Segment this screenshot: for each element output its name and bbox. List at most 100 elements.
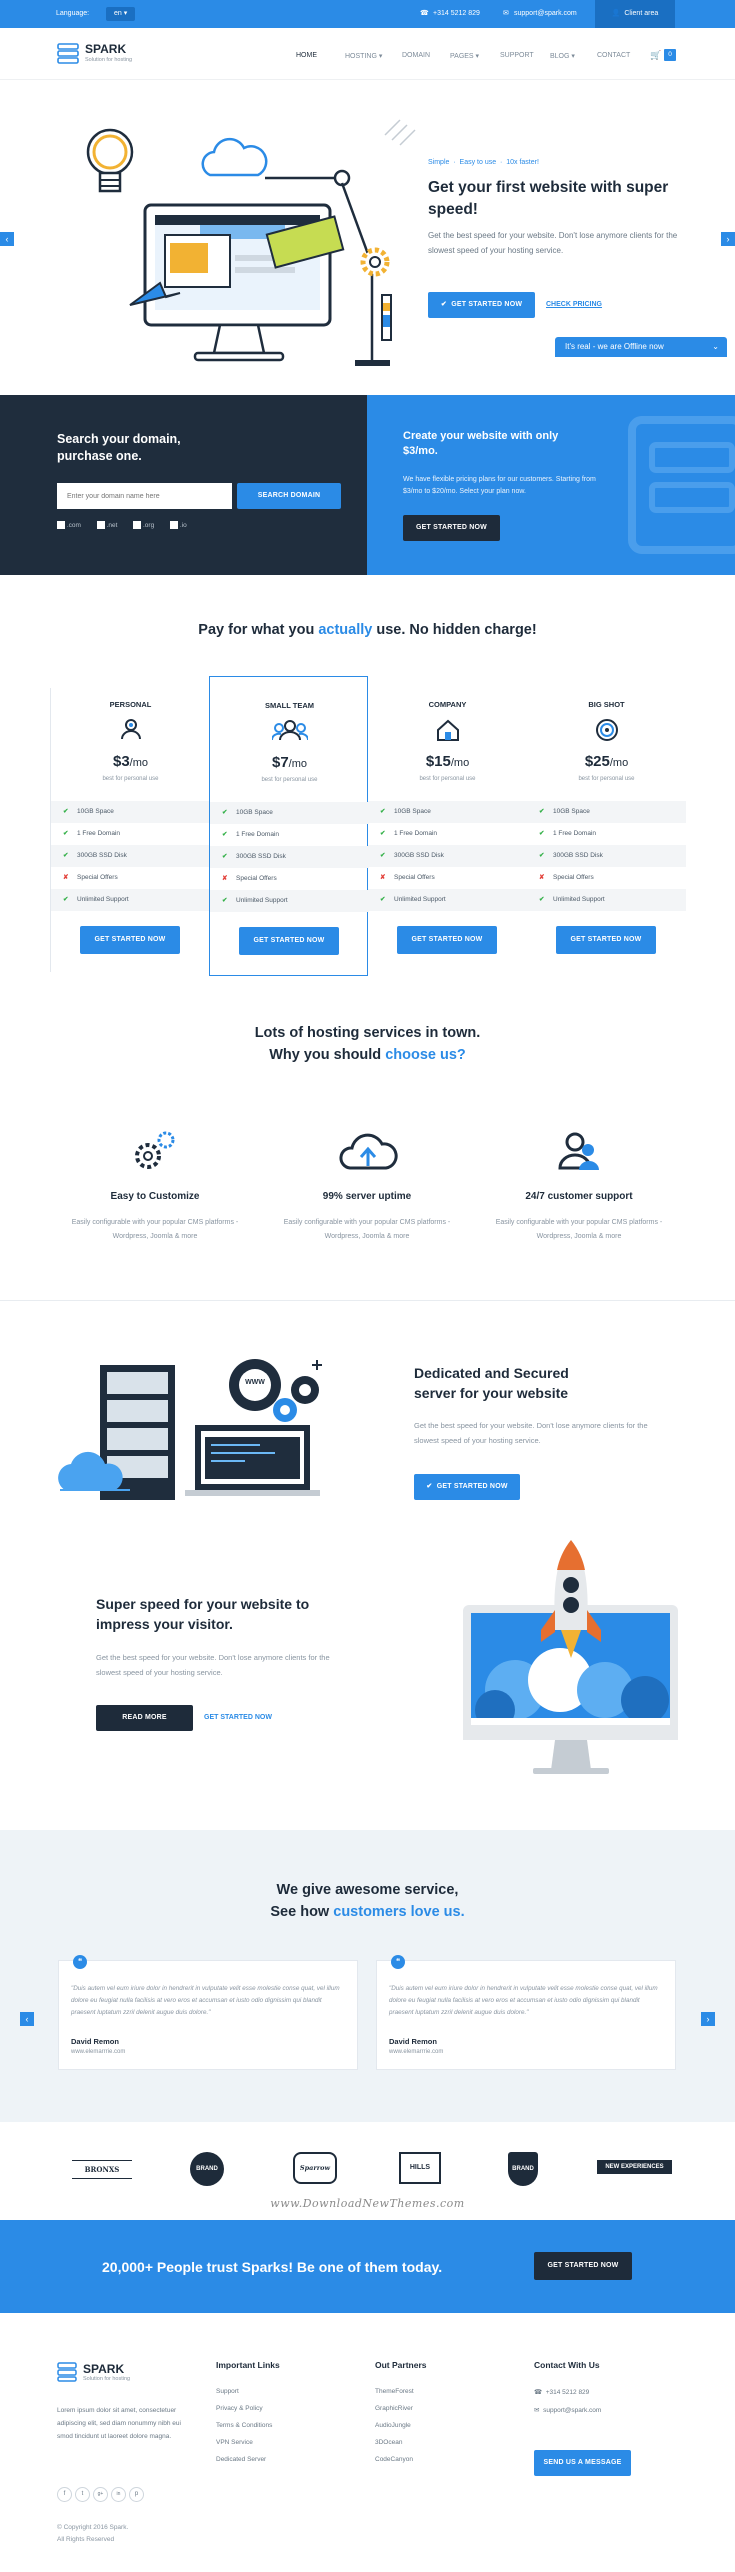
check-icon: ✔ bbox=[539, 896, 545, 903]
testimonials-prev-arrow[interactable]: ‹ bbox=[20, 2012, 34, 2026]
quote-icon: ❝ bbox=[391, 1955, 405, 1969]
testimonial-card: ❝ "Duis autem vel eum iriure dolor in he… bbox=[58, 1955, 358, 2070]
cross-icon: ✘ bbox=[222, 875, 228, 882]
hero-get-started-button[interactable]: ✔ GET STARTED NOW bbox=[428, 292, 535, 318]
logo-icon[interactable] bbox=[57, 42, 79, 64]
check-pricing-link[interactable]: CHECK PRICING bbox=[546, 301, 602, 308]
plan-subtitle: best for personal use bbox=[261, 777, 318, 783]
check-icon: ✔ bbox=[380, 852, 386, 859]
partner-link[interactable]: CodeCanyon bbox=[375, 2456, 427, 2463]
speed-get-started-link[interactable]: GET STARTED NOW bbox=[204, 1714, 272, 1721]
footer-link[interactable]: Support bbox=[216, 2388, 280, 2395]
footer-logo-icon[interactable] bbox=[57, 2362, 77, 2382]
send-message-button[interactable]: SEND US A MESSAGE bbox=[534, 2450, 631, 2476]
pricing-heading: Pay for what you actually use. No hidden… bbox=[198, 622, 537, 638]
partner-link[interactable]: ThemeForest bbox=[375, 2388, 427, 2395]
hero-prev-arrow[interactable]: ‹ bbox=[0, 232, 14, 246]
plan-feature: ✔ Unlimited Support bbox=[527, 889, 686, 911]
search-domain-button[interactable]: SEARCH DOMAIN bbox=[237, 483, 341, 509]
domain-search-input[interactable] bbox=[57, 483, 232, 509]
cross-icon: ✘ bbox=[63, 874, 69, 881]
twitter-icon[interactable]: t bbox=[75, 2487, 90, 2502]
chevron-down-icon: ⌄ bbox=[712, 342, 719, 351]
nav-domain[interactable]: DOMAIN bbox=[402, 52, 430, 59]
language-select[interactable]: en ▾ bbox=[106, 7, 136, 21]
server-illustration bbox=[58, 1359, 322, 1500]
facebook-icon[interactable]: f bbox=[57, 2487, 72, 2502]
cross-icon: ✘ bbox=[380, 874, 386, 881]
footer-link[interactable]: Privacy & Policy bbox=[216, 2405, 280, 2412]
plan-get-started-button[interactable]: GET STARTED NOW bbox=[239, 927, 339, 955]
client-area-button[interactable]: 👤 Client area bbox=[595, 0, 675, 28]
footer-link[interactable]: VPN Service bbox=[216, 2439, 280, 2446]
footer-link[interactable]: Dedicated Server bbox=[216, 2456, 280, 2463]
nav-pages[interactable]: PAGES ▾ bbox=[450, 52, 479, 60]
promo-get-started-button[interactable]: GET STARTED NOW bbox=[403, 515, 500, 541]
partner-link[interactable]: GraphicRiver bbox=[375, 2405, 427, 2412]
partner-link[interactable]: AudioJungle bbox=[375, 2422, 427, 2429]
nav-support[interactable]: SUPPORT bbox=[500, 52, 534, 59]
testimonial-author: David Remon bbox=[389, 2037, 437, 2046]
mail-icon: ✉ bbox=[503, 10, 509, 17]
plan-feature: ✔ 300GB SSD Disk bbox=[527, 845, 686, 867]
footer-email[interactable]: ✉ support@spark.com bbox=[534, 2406, 601, 2414]
mail-icon: ✉ bbox=[534, 2407, 540, 2414]
plan-name: BIG SHOT bbox=[588, 700, 625, 709]
tld-com-checkbox[interactable]: .com bbox=[57, 521, 81, 529]
testimonial-quote: "Duis autem vel eum iriure dolor in hend… bbox=[389, 1985, 658, 2016]
hero-next-arrow[interactable]: › bbox=[721, 232, 735, 246]
nav-hosting[interactable]: HOSTING ▾ bbox=[345, 52, 382, 60]
testimonial-author: David Remon bbox=[71, 2037, 119, 2046]
check-icon: ✔ bbox=[539, 830, 545, 837]
check-icon: ✔ bbox=[539, 808, 545, 815]
target-icon bbox=[527, 718, 686, 747]
speed-title: Super speed for your website to impress … bbox=[96, 1596, 310, 1632]
plan-price: $25/mo bbox=[584, 753, 629, 770]
topbar-phone: +314 5212 829 bbox=[433, 10, 480, 17]
footer-link[interactable]: Terms & Conditions bbox=[216, 2422, 280, 2429]
topbar-email[interactable]: support@spark.com bbox=[514, 0, 577, 28]
nav-contact[interactable]: CONTACT bbox=[597, 52, 630, 59]
check-icon: ✔ bbox=[63, 896, 69, 903]
read-more-button[interactable]: READ MORE bbox=[96, 1705, 193, 1731]
plan-feature: ✔ 1 Free Domain bbox=[368, 823, 527, 845]
trust-banner: 20,000+ People trust Sparks! Be one of t… bbox=[0, 2220, 735, 2313]
footer-about: Lorem ipsum dolor sit amet, consectetuer… bbox=[57, 2407, 181, 2440]
testimonial-site[interactable]: www.elemarrrie.com bbox=[389, 2049, 443, 2055]
linkedin-icon[interactable]: in bbox=[111, 2487, 126, 2502]
why-feature-text: Easily configurable with your popular CM… bbox=[283, 1219, 451, 1240]
speed-text: Get the best speed for your website. Don… bbox=[96, 1653, 330, 1677]
plan-feature: ✔ Unlimited Support bbox=[210, 890, 369, 912]
partner-link[interactable]: 3DOcean bbox=[375, 2439, 427, 2446]
tld-net-checkbox[interactable]: .net bbox=[96, 521, 117, 529]
footer-links-column: Important Links Support Privacy & Policy… bbox=[216, 2360, 280, 2473]
cart-icon[interactable]: 🛒 bbox=[650, 50, 661, 61]
testimonials-next-arrow[interactable]: › bbox=[701, 2012, 715, 2026]
plan-get-started-button[interactable]: GET STARTED NOW bbox=[80, 926, 180, 954]
live-chat-tab[interactable]: It's real - we are Offline now ⌄ bbox=[555, 337, 727, 357]
tld-io-checkbox[interactable]: .io bbox=[170, 521, 187, 529]
check-icon: ✔ bbox=[222, 897, 228, 904]
testimonial-site[interactable]: www.elemarrrie.com bbox=[71, 2049, 125, 2055]
domain-search-section: Search your domain, purchase one. SEARCH… bbox=[0, 395, 367, 575]
google-plus-icon[interactable]: g+ bbox=[93, 2487, 108, 2502]
dedicated-text: Get the best speed for your website. Don… bbox=[414, 1421, 648, 1445]
plan-get-started-button[interactable]: GET STARTED NOW bbox=[556, 926, 656, 954]
dedicated-get-started-button[interactable]: ✔ GET STARTED NOW bbox=[414, 1474, 520, 1500]
plan-card: PERSONAL $3/mo best for personal use ✔ 10GB … bbox=[51, 688, 210, 972]
pinterest-icon[interactable]: p bbox=[129, 2487, 144, 2502]
plan-get-started-button[interactable]: GET STARTED NOW bbox=[397, 926, 497, 954]
nav-home[interactable]: HOME bbox=[296, 52, 317, 59]
plan-feature: ✔ 1 Free Domain bbox=[51, 823, 210, 845]
copyright: © Copyright 2016 Spark. All Rights Reserv… bbox=[57, 2524, 129, 2543]
logo-brand-shield: BRAND bbox=[503, 2152, 543, 2186]
brand-name[interactable]: SPARK bbox=[85, 42, 126, 56]
trust-get-started-button[interactable]: GET STARTED NOW bbox=[534, 2252, 632, 2280]
user-icon: 👤 bbox=[611, 10, 621, 17]
www-label: WWW bbox=[245, 1379, 265, 1386]
team-icon bbox=[210, 719, 369, 746]
check-icon: ✔ bbox=[63, 830, 69, 837]
tld-org-checkbox[interactable]: .org bbox=[133, 521, 154, 529]
testimonial-card: ❝ "Duis autem vel eum iriure dolor in he… bbox=[376, 1955, 676, 2070]
nav-blog[interactable]: BLOG ▾ bbox=[550, 52, 575, 60]
